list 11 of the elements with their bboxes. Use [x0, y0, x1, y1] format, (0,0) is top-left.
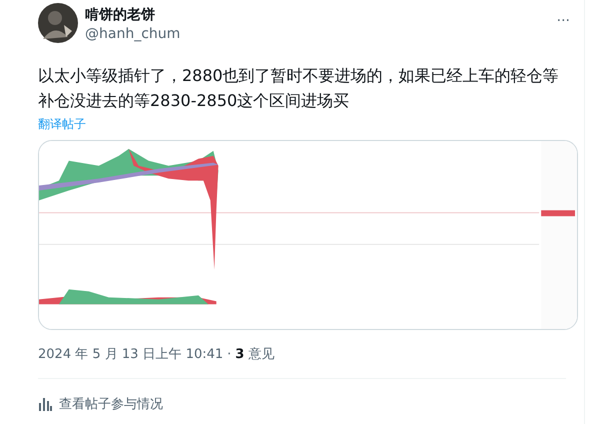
view-label: 意见: [248, 346, 274, 363]
avatar[interactable]: [38, 3, 78, 43]
author-handle[interactable]: @hanh_chum: [85, 24, 180, 44]
engagement-button[interactable]: 查看帖子参与情况: [38, 378, 566, 413]
post-text: 以太小等级插针了，2880也到了暂时不要进场的，如果已经上车的轻仓等补仓没进去的等2830-2850这个区间进场买: [38, 65, 560, 112]
view-count: 3: [235, 346, 244, 362]
separator-dot: ·: [227, 346, 232, 362]
post-time[interactable]: 2024 年 5 月 13 日上午 10:41: [38, 345, 224, 363]
bar-chart-icon: [38, 397, 52, 411]
more-button[interactable]: ···: [554, 13, 572, 29]
author-name[interactable]: 啃饼的老饼: [85, 6, 180, 24]
